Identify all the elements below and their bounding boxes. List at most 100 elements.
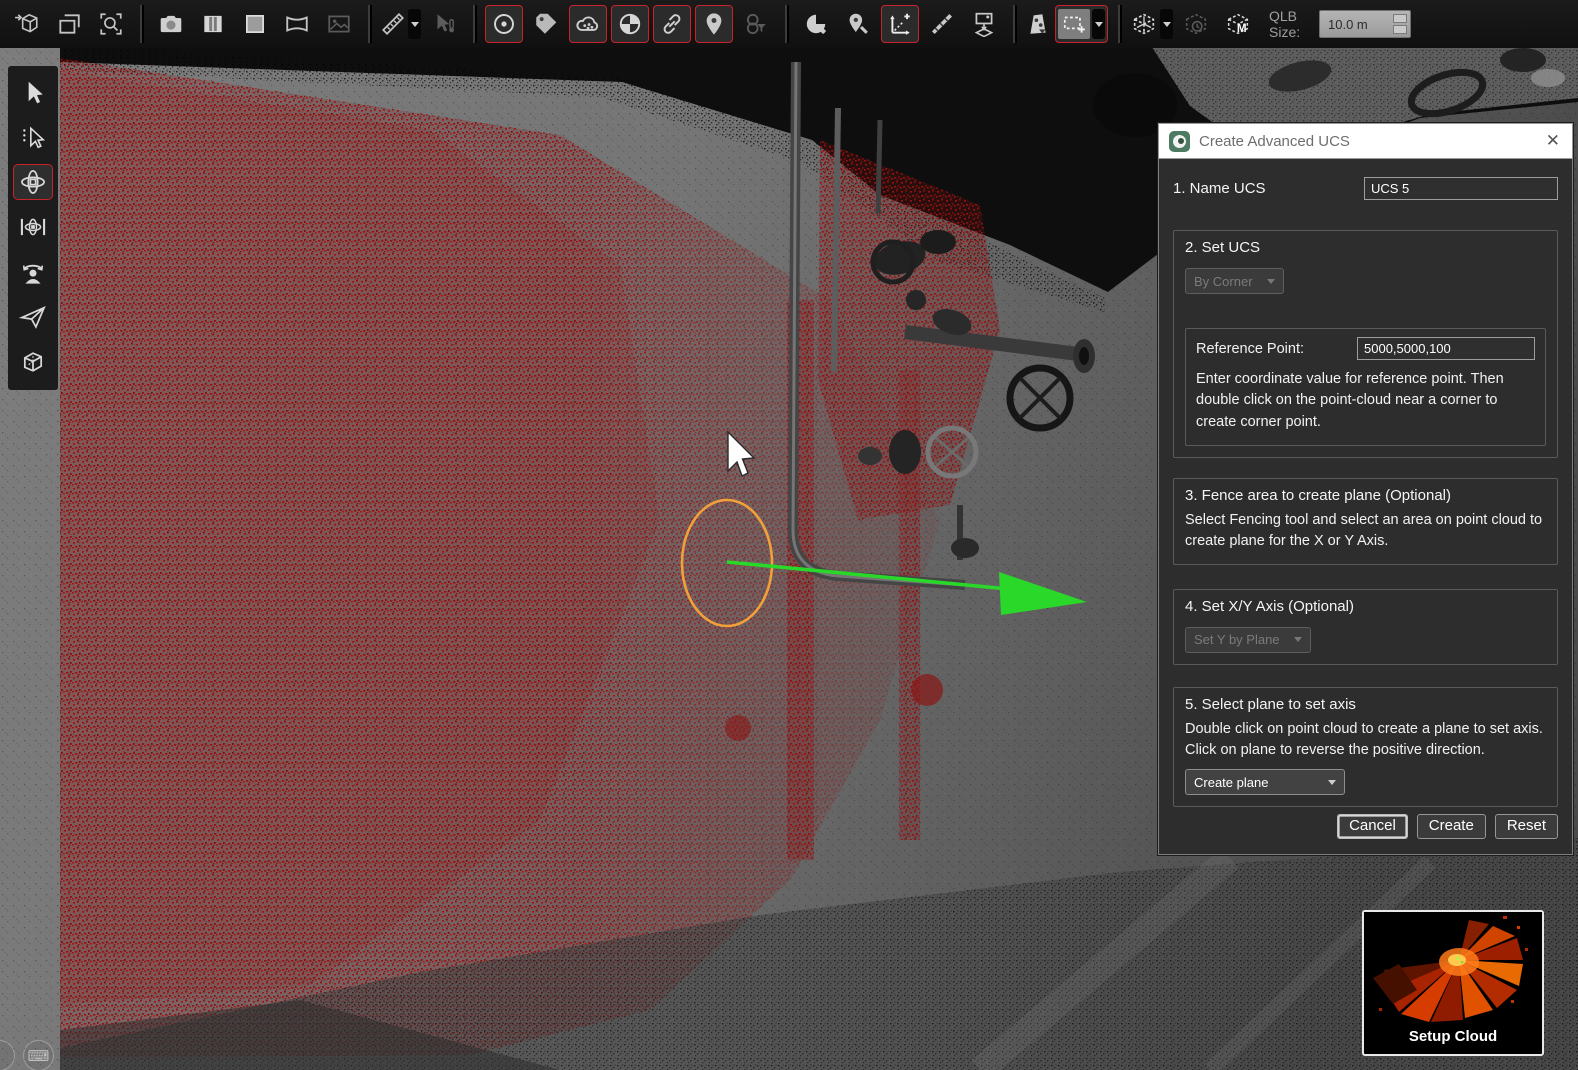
chevron-down-icon	[1328, 780, 1336, 785]
close-icon[interactable]: ✕	[1544, 131, 1562, 151]
select-plane-label: 5. Select plane to set axis	[1185, 696, 1546, 713]
scan-point-button[interactable]	[485, 5, 523, 43]
setup-cloud-panel[interactable]: Setup Cloud	[1362, 910, 1544, 1056]
set-ucs-dropdown-value: By Corner	[1194, 274, 1253, 289]
fence-selection-button[interactable]	[1055, 5, 1108, 43]
ruler-measure-button[interactable]	[380, 9, 421, 39]
fence-selection-face	[1058, 9, 1090, 39]
qlb-size-input[interactable]	[1320, 17, 1380, 32]
edit-location-pin-icon	[845, 11, 871, 37]
cascade-windows-button[interactable]	[50, 5, 88, 43]
ortho-image-button[interactable]	[965, 5, 1003, 43]
select-plane-help: Double click on point cloud to create a …	[1185, 719, 1546, 762]
toolbar-divider	[1013, 5, 1015, 43]
view-history-button	[1177, 5, 1215, 43]
annotation-tag-button[interactable]	[527, 5, 565, 43]
image-view-button	[320, 5, 358, 43]
registration-target-button[interactable]	[611, 5, 649, 43]
split-view-icon	[200, 11, 226, 37]
view-cube-icon	[1130, 10, 1158, 38]
set-axis-dropdown-value: Set Y by Plane	[1194, 632, 1280, 647]
reference-point-input[interactable]	[1357, 337, 1535, 360]
toolbar-divider	[473, 5, 475, 43]
keyboard-icon: ⌨	[28, 1047, 50, 1065]
set-axis-label: 4. Set X/Y Axis (Optional)	[1185, 598, 1546, 615]
look-around-icon	[19, 258, 47, 286]
import-scan-icon	[14, 11, 40, 37]
select-plane-group: 5. Select plane to set axis Double click…	[1173, 687, 1558, 808]
tool-pick-point[interactable]	[13, 119, 53, 155]
set-axis-group: 4. Set X/Y Axis (Optional) Set Y by Plan…	[1173, 589, 1558, 665]
edit-scan-point-button[interactable]	[797, 5, 835, 43]
create-button[interactable]: Create	[1417, 814, 1486, 839]
fly-icon	[19, 303, 47, 331]
tool-view-cube[interactable]	[13, 344, 53, 380]
create-ucs-axes-button[interactable]	[881, 5, 919, 43]
location-pin-icon	[701, 11, 727, 37]
tool-pan[interactable]	[13, 209, 53, 245]
setup-cloud-label: Setup Cloud	[1364, 1028, 1542, 1045]
image-icon	[326, 11, 352, 37]
cube-axes-icon	[19, 348, 47, 376]
create-plane-dropdown[interactable]: Create plane	[1185, 769, 1345, 795]
view-model-button[interactable]: M	[1219, 5, 1257, 43]
edit-location-pin-button[interactable]	[839, 5, 877, 43]
zoom-fit-button[interactable]	[92, 5, 130, 43]
filter-people-icon	[1025, 11, 1051, 37]
split-view-button[interactable]	[194, 5, 232, 43]
ucs-name-input[interactable]	[1364, 177, 1558, 200]
point-cloud-button[interactable]	[569, 5, 607, 43]
panorama-view-button[interactable]	[278, 5, 316, 43]
filter-points-button	[737, 5, 775, 43]
pan-icon	[19, 213, 47, 241]
toolbar-divider	[368, 5, 370, 43]
create-plane-dropdown-value: Create plane	[1194, 775, 1314, 790]
chevron-down-icon	[1267, 279, 1275, 284]
cube-history-icon	[1182, 10, 1210, 38]
chevron-down-icon	[1294, 637, 1302, 642]
tool-select[interactable]	[13, 74, 53, 110]
ucs-axes-icon	[887, 11, 913, 37]
toolbar-divider	[1118, 5, 1120, 43]
qlb-spinner[interactable]	[1393, 14, 1407, 34]
fence-selection-dropdown[interactable]	[1092, 9, 1105, 39]
screenshot-camera-button[interactable]	[152, 5, 190, 43]
ortho-image-icon	[971, 11, 997, 37]
cancel-button[interactable]: Cancel	[1337, 814, 1408, 839]
view-cube-dropdown[interactable]	[1160, 9, 1173, 39]
registration-target-icon	[617, 11, 643, 37]
point-cloud-icon	[575, 11, 601, 37]
tool-fly[interactable]	[13, 299, 53, 335]
scan-point-icon	[491, 11, 517, 37]
cube-model-icon: M	[1224, 10, 1252, 38]
ruler-dropdown[interactable]	[408, 9, 421, 39]
app-window: M QLB Size:	[0, 0, 1578, 1070]
filter-points-icon	[743, 11, 769, 37]
navigation-sidebar	[8, 66, 58, 390]
selection-rectangle-icon	[1061, 11, 1087, 37]
dialog-title: Create Advanced UCS	[1199, 133, 1535, 150]
filter-people-button[interactable]	[1025, 11, 1051, 37]
single-view-button[interactable]	[236, 5, 274, 43]
measure-stick-icon	[929, 11, 955, 37]
fence-area-label: 3. Fence area to create plane (Optional)	[1185, 487, 1546, 504]
view-cube-button[interactable]	[1130, 9, 1173, 39]
set-ucs-group: 2. Set UCS By Corner Reference Point: En…	[1173, 230, 1558, 458]
reference-point-group: Reference Point: Enter coordinate value …	[1185, 328, 1546, 446]
import-scan-button[interactable]	[8, 5, 46, 43]
zoom-fit-icon	[98, 11, 124, 37]
qlb-size-stepper[interactable]	[1319, 10, 1411, 38]
probe-measure-button	[425, 5, 463, 43]
link-icon	[659, 11, 685, 37]
name-ucs-label: 1. Name UCS	[1173, 180, 1266, 197]
tool-orbit[interactable]	[13, 164, 53, 200]
tool-look-around[interactable]	[13, 254, 53, 290]
link-objects-button[interactable]	[653, 5, 691, 43]
measure-stick-button[interactable]	[923, 5, 961, 43]
overlay-keyboard-button[interactable]: ⌨	[23, 1040, 54, 1070]
set-axis-dropdown: Set Y by Plane	[1185, 627, 1311, 653]
main-toolbar: M QLB Size:	[0, 0, 1578, 48]
dialog-titlebar[interactable]: Create Advanced UCS ✕	[1158, 123, 1573, 159]
reset-button[interactable]: Reset	[1495, 814, 1558, 839]
location-pin-button[interactable]	[695, 5, 733, 43]
